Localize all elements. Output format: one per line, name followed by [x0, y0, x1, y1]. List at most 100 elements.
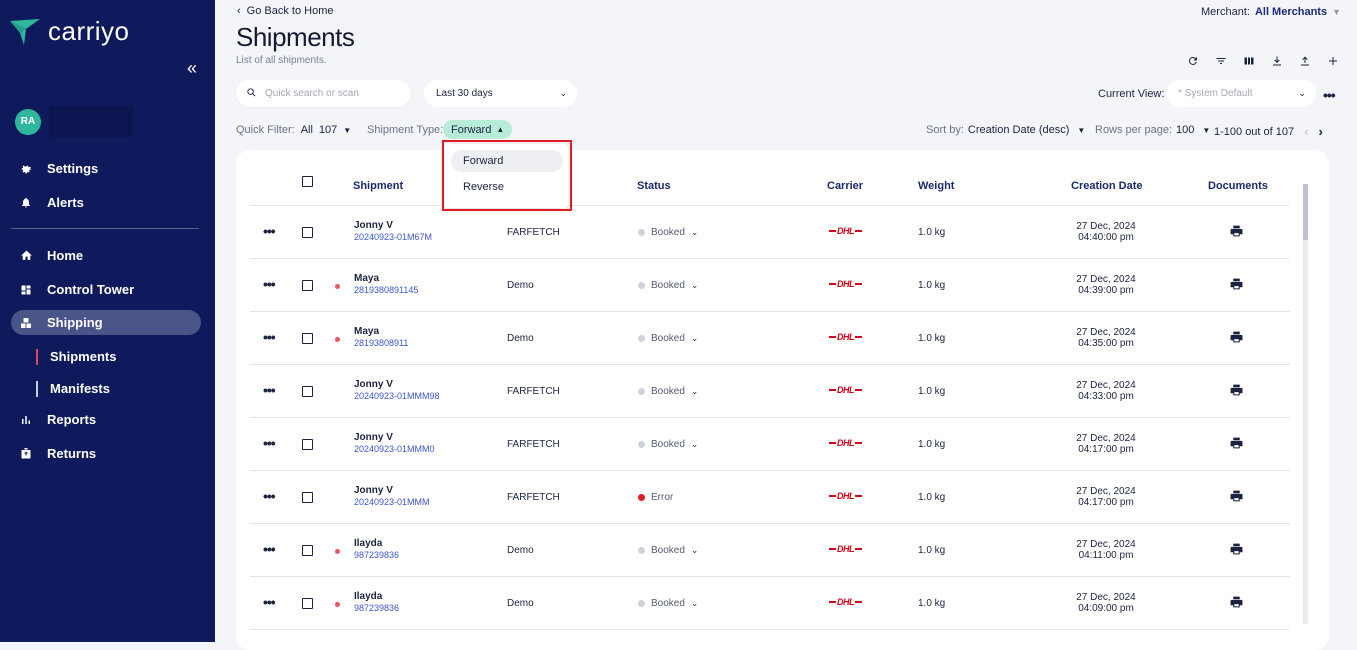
- header-creation-date[interactable]: Creation Date: [1071, 180, 1143, 192]
- scrollbar[interactable]: [1302, 172, 1309, 634]
- row-actions-icon[interactable]: •••: [263, 382, 276, 398]
- print-icon[interactable]: [1230, 225, 1243, 240]
- row-actions-icon[interactable]: •••: [263, 594, 276, 610]
- date-range-select[interactable]: Last 30 days ⌄: [424, 80, 577, 107]
- header-shipment[interactable]: Shipment: [353, 180, 403, 192]
- table-row[interactable]: ••• Ilayda 987239836 Demo Booked ⌄ DHL 1.0 kg 27…: [250, 577, 1290, 630]
- merchant-value: All Merchants: [1254, 6, 1328, 18]
- row-actions-icon[interactable]: •••: [263, 541, 276, 557]
- row-checkbox[interactable]: [302, 280, 313, 291]
- row-checkbox[interactable]: [302, 386, 313, 397]
- status-cell[interactable]: Error: [638, 492, 673, 503]
- shipment-id-link[interactable]: 20240923-01MMM0: [354, 444, 435, 454]
- creation-date: 27 Dec, 2024: [1076, 539, 1136, 550]
- table-row[interactable]: ••• Ilayda 987239836 Demo Booked ⌄ DHL 1.0 kg 27…: [250, 524, 1290, 577]
- table-row[interactable]: ••• Jonny V 20240923-01MMM0 FARFETCH Booked ⌄…: [250, 418, 1290, 471]
- row-checkbox[interactable]: [302, 439, 313, 450]
- sidebar-subitem-manifests[interactable]: Manifests: [36, 381, 110, 397]
- header-documents[interactable]: Documents: [1208, 180, 1268, 192]
- back-link[interactable]: ‹ Go Back to Home: [237, 5, 334, 17]
- shipment-id-link[interactable]: 20240923-01M67M: [354, 232, 432, 242]
- next-page-icon[interactable]: ›: [1318, 124, 1322, 139]
- sidebar-item-alerts[interactable]: Alerts: [11, 190, 201, 215]
- rows-per-page[interactable]: Rows per page: 100 ▼: [1095, 124, 1210, 136]
- print-icon[interactable]: [1230, 278, 1243, 293]
- prev-page-icon[interactable]: ‹: [1304, 124, 1308, 139]
- print-icon[interactable]: [1230, 384, 1243, 399]
- status-cell[interactable]: Booked ⌄: [638, 227, 698, 238]
- plus-icon[interactable]: [1326, 54, 1339, 67]
- weight-cell: 1.0 kg: [918, 333, 946, 344]
- table-row[interactable]: ••• Jonny V 20240923-01MMM98 FARFETCH Booked…: [250, 365, 1290, 418]
- status-cell[interactable]: Booked ⌄: [638, 439, 698, 450]
- sort-by[interactable]: Sort by: Creation Date (desc) ▼: [926, 124, 1085, 136]
- shipment-id-link[interactable]: 20240923-01MMM: [354, 497, 430, 507]
- status-dot-icon: [638, 335, 645, 342]
- filter-icon[interactable]: [1214, 54, 1227, 67]
- table-row[interactable]: ••• Jonny V 20240923-01MMM FARFETCH Error DHL…: [250, 471, 1290, 524]
- print-icon[interactable]: [1230, 331, 1243, 346]
- upload-icon[interactable]: [1298, 54, 1311, 67]
- table-row[interactable]: ••• Maya 28193808911 Demo Booked ⌄ DHL 1.0 kg 27…: [250, 312, 1290, 365]
- shipment-id-link[interactable]: 20240923-01MMM98: [354, 391, 440, 401]
- status-badge: Booked: [651, 280, 685, 291]
- print-icon[interactable]: [1230, 596, 1243, 611]
- sidebar-subitem-shipments[interactable]: Shipments: [36, 349, 116, 365]
- weight-cell: 1.0 kg: [918, 492, 946, 503]
- sidebar-item-returns[interactable]: Returns: [11, 441, 201, 466]
- search-field[interactable]: [236, 80, 411, 107]
- header-weight[interactable]: Weight: [918, 180, 954, 192]
- sidebar-item-shipping[interactable]: Shipping: [11, 310, 201, 335]
- shipment-type-chip[interactable]: Forward ▲: [443, 120, 513, 139]
- row-actions-icon[interactable]: •••: [263, 488, 276, 504]
- caret-down-icon: ▼: [1077, 125, 1086, 135]
- select-all-checkbox[interactable]: [302, 176, 313, 187]
- current-view-select[interactable]: * System Default ⌄: [1166, 80, 1316, 107]
- scrollbar-thumb[interactable]: [1303, 184, 1308, 240]
- shipment-customer: Jonny V: [354, 432, 393, 443]
- user-profile[interactable]: RA: [15, 106, 133, 137]
- sidebar-item-reports[interactable]: Reports: [11, 407, 201, 432]
- row-checkbox[interactable]: [302, 492, 313, 503]
- row-checkbox[interactable]: [302, 227, 313, 238]
- table-row[interactable]: ••• Jonny V 20240923-01M67M FARFETCH Booked ⌄…: [250, 206, 1290, 259]
- row-actions-icon[interactable]: •••: [263, 223, 276, 239]
- shipment-id-link[interactable]: 987239836: [354, 603, 399, 613]
- row-checkbox[interactable]: [302, 545, 313, 556]
- shipment-id-link[interactable]: 2819380891145: [354, 285, 418, 295]
- print-icon[interactable]: [1230, 543, 1243, 558]
- shipment-id-link[interactable]: 28193808911: [354, 338, 408, 348]
- creation-date: 27 Dec, 2024: [1076, 380, 1136, 391]
- row-actions-icon[interactable]: •••: [263, 435, 276, 451]
- username-box: [49, 106, 133, 137]
- status-cell[interactable]: Booked ⌄: [638, 386, 698, 397]
- sidebar-item-home[interactable]: Home: [11, 243, 201, 268]
- carriyo-logo[interactable]: carriyo: [8, 16, 130, 47]
- sidebar-item-settings[interactable]: Settings: [11, 156, 201, 181]
- print-icon[interactable]: [1230, 490, 1243, 505]
- columns-icon[interactable]: [1242, 54, 1255, 67]
- status-cell[interactable]: Booked ⌄: [638, 598, 698, 609]
- status-cell[interactable]: Booked ⌄: [638, 333, 698, 344]
- shipment-id-link[interactable]: 987239836: [354, 550, 399, 560]
- table-row[interactable]: ••• Maya 2819380891145 Demo Booked ⌄ DHL 1.0 kg…: [250, 259, 1290, 312]
- row-checkbox[interactable]: [302, 333, 313, 344]
- header-carrier[interactable]: Carrier: [827, 180, 863, 192]
- merchant-label: Merchant:: [1201, 6, 1250, 18]
- status-cell[interactable]: Booked ⌄: [638, 280, 698, 291]
- merchant-selector[interactable]: Merchant: All Merchants ▼: [1201, 6, 1341, 18]
- bell-icon: [19, 196, 33, 210]
- row-checkbox[interactable]: [302, 598, 313, 609]
- refresh-icon[interactable]: [1186, 54, 1199, 67]
- search-input[interactable]: [265, 88, 395, 99]
- header-status[interactable]: Status: [637, 180, 671, 192]
- double-chevron-left-icon[interactable]: «: [187, 58, 197, 79]
- print-icon[interactable]: [1230, 437, 1243, 452]
- row-actions-icon[interactable]: •••: [263, 329, 276, 345]
- sidebar-item-control-tower[interactable]: Control Tower: [11, 277, 201, 302]
- quick-filter[interactable]: Quick Filter: All 107 ▼: [236, 124, 351, 136]
- more-options-icon[interactable]: •••: [1323, 87, 1336, 103]
- status-cell[interactable]: Booked ⌄: [638, 545, 698, 556]
- download-icon[interactable]: [1270, 54, 1283, 67]
- row-actions-icon[interactable]: •••: [263, 276, 276, 292]
